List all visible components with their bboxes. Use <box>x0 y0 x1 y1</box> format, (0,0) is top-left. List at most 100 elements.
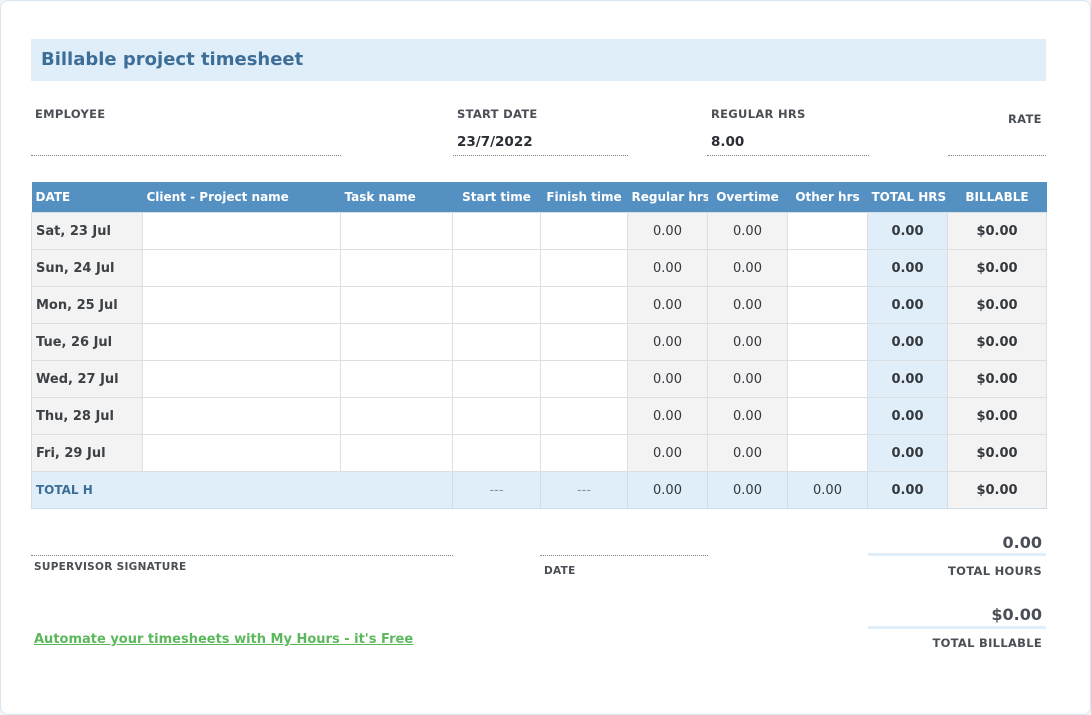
client-project-cell[interactable] <box>143 361 341 398</box>
start-time-cell[interactable] <box>453 213 541 250</box>
totals-label: TOTAL H <box>32 472 453 509</box>
finish-time-cell[interactable] <box>541 324 628 361</box>
billable-cell: $0.00 <box>948 435 1047 472</box>
total-hrs-cell: 0.00 <box>868 361 948 398</box>
client-project-cell[interactable] <box>143 435 341 472</box>
regular-hrs-cell: 0.00 <box>628 213 708 250</box>
finish-time-cell[interactable] <box>541 287 628 324</box>
totals-total-hrs: 0.00 <box>868 472 948 509</box>
overtime-cell: 0.00 <box>708 324 788 361</box>
other-hrs-cell[interactable] <box>788 435 868 472</box>
regular-hrs-cell: 0.00 <box>628 361 708 398</box>
total-hrs-cell: 0.00 <box>868 287 948 324</box>
page-title: Billable project timesheet <box>41 49 303 70</box>
total-billable-value: $0.00 <box>991 605 1042 624</box>
task-cell[interactable] <box>341 324 453 361</box>
regular-hrs-cell: 0.00 <box>628 287 708 324</box>
totals-finish-time: --- <box>541 472 628 509</box>
overtime-cell: 0.00 <box>708 213 788 250</box>
billable-cell: $0.00 <box>948 324 1047 361</box>
row-date: Tue, 26 Jul <box>32 324 143 361</box>
client-project-cell[interactable] <box>143 213 341 250</box>
regular-hrs-label: REGULAR HRS <box>711 107 806 121</box>
client-project-cell[interactable] <box>143 324 341 361</box>
row-date: Fri, 29 Jul <box>32 435 143 472</box>
total-billable-label: TOTAL BILLABLE <box>932 636 1042 650</box>
col-header-regular-hrs: Regular hrs <box>628 182 708 213</box>
timesheet-sheet: Billable project timesheet EMPLOYEE STAR… <box>0 0 1091 715</box>
billable-cell: $0.00 <box>948 361 1047 398</box>
regular-hrs-cell: 0.00 <box>628 435 708 472</box>
total-hours-label: TOTAL HOURS <box>948 564 1042 578</box>
overtime-cell: 0.00 <box>708 435 788 472</box>
totals-row: TOTAL H --- --- 0.00 0.00 0.00 0.00 $0.0… <box>32 472 1047 509</box>
employee-label: EMPLOYEE <box>35 107 105 121</box>
total-hrs-cell: 0.00 <box>868 213 948 250</box>
finish-time-cell[interactable] <box>541 361 628 398</box>
client-project-cell[interactable] <box>143 398 341 435</box>
row-date: Wed, 27 Jul <box>32 361 143 398</box>
total-billable-bar <box>868 626 1046 629</box>
regular-hrs-cell: 0.00 <box>628 398 708 435</box>
start-time-cell[interactable] <box>453 324 541 361</box>
totals-overtime: 0.00 <box>708 472 788 509</box>
start-time-cell[interactable] <box>453 435 541 472</box>
table-row: Sun, 24 Jul 0.00 0.00 0.00 $0.00 <box>32 250 1047 287</box>
other-hrs-cell[interactable] <box>788 287 868 324</box>
signature-date-line[interactable] <box>540 555 708 556</box>
other-hrs-cell[interactable] <box>788 361 868 398</box>
totals-start-time: --- <box>453 472 541 509</box>
row-date: Sat, 23 Jul <box>32 213 143 250</box>
table-row: Wed, 27 Jul 0.00 0.00 0.00 $0.00 <box>32 361 1047 398</box>
row-date: Thu, 28 Jul <box>32 398 143 435</box>
supervisor-signature-label: SUPERVISOR SIGNATURE <box>34 561 186 573</box>
task-cell[interactable] <box>341 361 453 398</box>
finish-time-cell[interactable] <box>541 250 628 287</box>
totals-regular-hrs: 0.00 <box>628 472 708 509</box>
supervisor-signature-line[interactable] <box>31 555 453 556</box>
total-hours-value: 0.00 <box>1003 533 1042 552</box>
overtime-cell: 0.00 <box>708 398 788 435</box>
billable-cell: $0.00 <box>948 287 1047 324</box>
finish-time-cell[interactable] <box>541 398 628 435</box>
col-header-task: Task name <box>341 182 453 213</box>
task-cell[interactable] <box>341 398 453 435</box>
other-hrs-cell[interactable] <box>788 324 868 361</box>
start-time-cell[interactable] <box>453 361 541 398</box>
start-time-cell[interactable] <box>453 398 541 435</box>
other-hrs-cell[interactable] <box>788 213 868 250</box>
total-hrs-cell: 0.00 <box>868 250 948 287</box>
finish-time-cell[interactable] <box>541 435 628 472</box>
title-bar: Billable project timesheet <box>31 39 1046 81</box>
task-cell[interactable] <box>341 213 453 250</box>
regular-hrs-field[interactable]: 8.00 <box>711 134 744 150</box>
signature-date-label: DATE <box>544 565 576 577</box>
my-hours-promo-link[interactable]: Automate your timesheets with My Hours -… <box>34 632 413 647</box>
totals-billable: $0.00 <box>948 472 1047 509</box>
timesheet-table: DATE Client - Project name Task name Sta… <box>31 182 1047 509</box>
table-row: Sat, 23 Jul 0.00 0.00 0.00 $0.00 <box>32 213 1047 250</box>
billable-cell: $0.00 <box>948 398 1047 435</box>
client-project-cell[interactable] <box>143 287 341 324</box>
start-time-cell[interactable] <box>453 250 541 287</box>
start-date-field[interactable]: 23/7/2022 <box>457 134 533 150</box>
row-date: Mon, 25 Jul <box>32 287 143 324</box>
client-project-cell[interactable] <box>143 250 341 287</box>
overtime-cell: 0.00 <box>708 250 788 287</box>
regular-hrs-cell: 0.00 <box>628 324 708 361</box>
other-hrs-cell[interactable] <box>788 250 868 287</box>
table-header-row: DATE Client - Project name Task name Sta… <box>32 182 1047 213</box>
col-header-billable: BILLABLE <box>948 182 1047 213</box>
total-hrs-cell: 0.00 <box>868 398 948 435</box>
task-cell[interactable] <box>341 287 453 324</box>
other-hrs-cell[interactable] <box>788 398 868 435</box>
start-date-underline <box>453 155 628 156</box>
employee-underline <box>31 155 341 156</box>
col-header-client-project: Client - Project name <box>143 182 341 213</box>
task-cell[interactable] <box>341 250 453 287</box>
start-time-cell[interactable] <box>453 287 541 324</box>
task-cell[interactable] <box>341 435 453 472</box>
col-header-date: DATE <box>32 182 143 213</box>
table-row: Fri, 29 Jul 0.00 0.00 0.00 $0.00 <box>32 435 1047 472</box>
finish-time-cell[interactable] <box>541 213 628 250</box>
